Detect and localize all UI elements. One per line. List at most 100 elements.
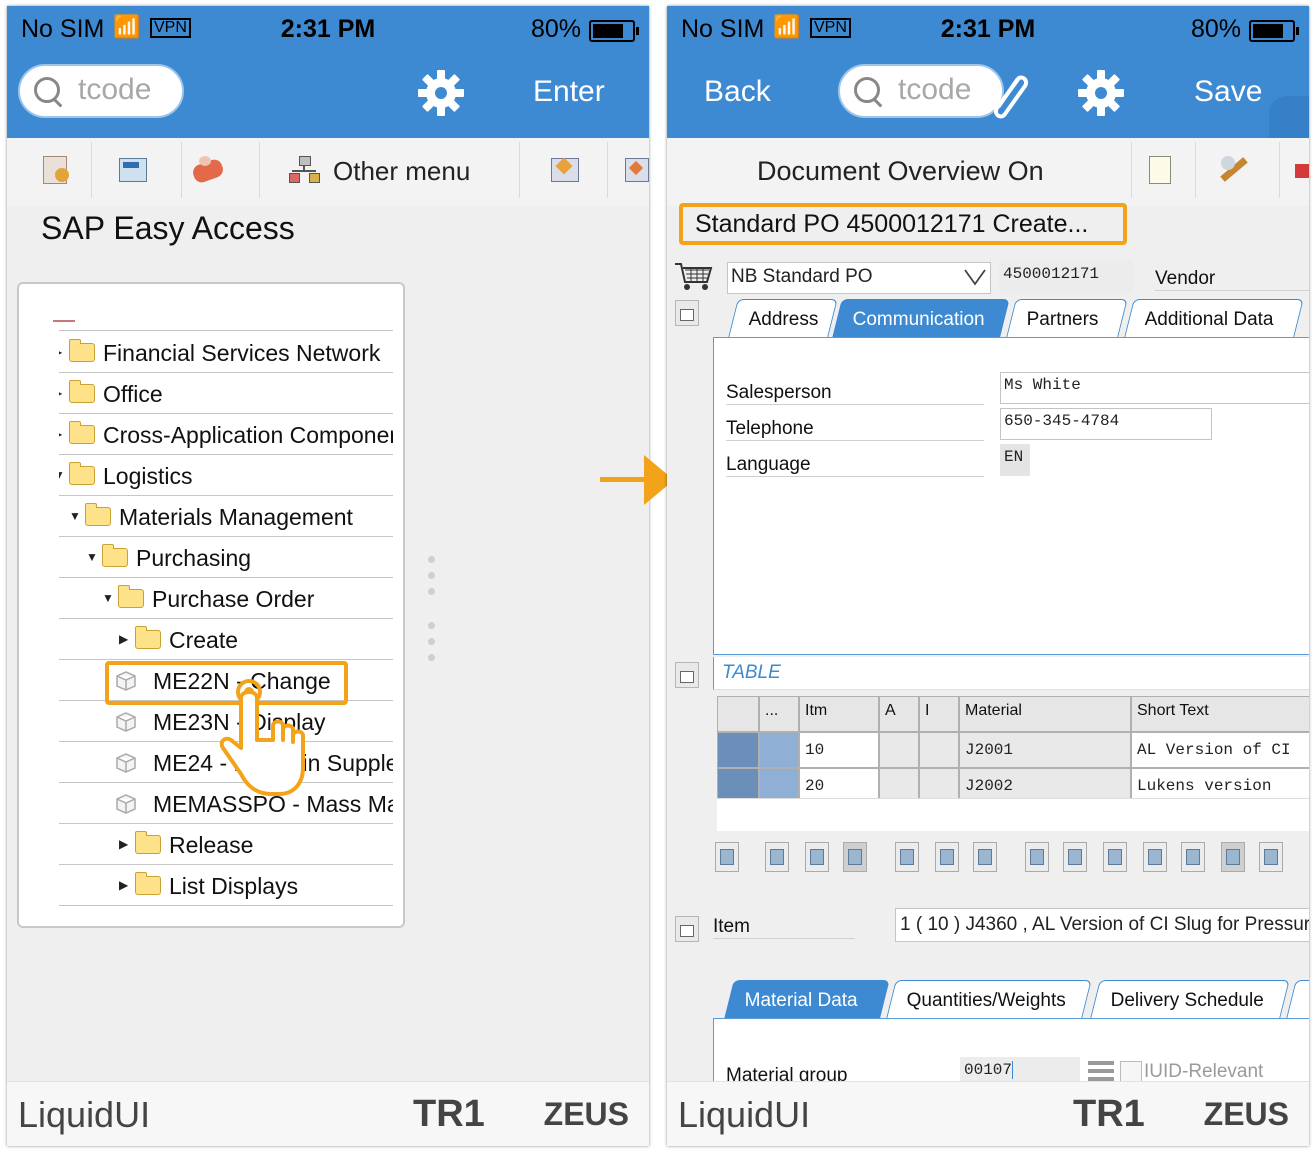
table-filter-active-button[interactable] [1221, 842, 1245, 872]
document-overview-button[interactable]: Document Overview On [757, 156, 1044, 187]
po-number-field: 4500012171 [999, 261, 1133, 293]
splitter-handle-upper[interactable] [428, 556, 436, 604]
gear-icon[interactable] [1076, 68, 1126, 118]
col-header-itm[interactable]: Itm [799, 696, 879, 732]
collapse-arrow-icon[interactable]: ▼ [59, 468, 65, 482]
table-deselect-button[interactable] [805, 842, 829, 872]
cell-material[interactable]: J2002 [959, 768, 1131, 800]
tree-item-financial-services[interactable]: ▶ Financial Services Network [59, 332, 393, 373]
tab-delivery-schedule[interactable]: Delivery Schedule [1090, 980, 1290, 1018]
tab-communication[interactable]: Communication [832, 299, 1010, 337]
collapse-arrow-icon[interactable]: ▼ [102, 591, 114, 605]
cell-a[interactable] [879, 732, 919, 768]
tree-item-release[interactable]: ▶ Release [59, 824, 393, 865]
table-sort-button[interactable] [1143, 842, 1167, 872]
table-copy-button[interactable] [843, 842, 867, 872]
table-duplicate-button[interactable] [1025, 842, 1049, 872]
other-menu-button[interactable]: Other menu [333, 156, 470, 187]
table-select-all-button[interactable] [765, 842, 789, 872]
table-print-button[interactable] [1103, 842, 1127, 872]
toolbar: Other menu [7, 138, 649, 206]
bottom-bar: LiquidUI TR1 ZEUS [7, 1081, 649, 1146]
tree-item-logistics[interactable]: ▼ Logistics [59, 455, 393, 496]
bottom-bar: LiquidUI TR1 ZEUS [667, 1081, 1309, 1146]
add-favorite-icon[interactable] [549, 154, 581, 186]
cell-itm[interactable]: 10 [799, 732, 879, 768]
col-header-a[interactable]: A [879, 696, 919, 732]
cell-short-text[interactable]: AL Version of CI [1131, 732, 1309, 768]
change-favorite-icon[interactable] [623, 154, 649, 186]
table-unlock-button[interactable] [973, 842, 997, 872]
table-settings-button[interactable] [1259, 842, 1283, 872]
expand-arrow-icon[interactable]: ▶ [119, 878, 128, 892]
tree-item-create[interactable]: ▶ Create [59, 619, 393, 660]
table-toggle-button[interactable] [675, 662, 699, 688]
expand-arrow-icon[interactable]: ▶ [119, 632, 128, 646]
tcode-input[interactable] [76, 72, 190, 108]
table-insert-button[interactable] [1063, 842, 1087, 872]
table-delete-button[interactable] [895, 842, 919, 872]
tab-quantities-weights[interactable]: Quantities/Weights [886, 980, 1092, 1018]
cell-itm[interactable]: 20 [799, 768, 879, 800]
expand-arrow-icon[interactable]: ▶ [59, 345, 62, 359]
row-selector[interactable] [717, 732, 759, 768]
tree-item-office[interactable]: ▶ Office [59, 373, 393, 414]
tree-item-list-displays[interactable]: ▶ List Displays [59, 865, 393, 906]
tree-item-materials-management[interactable]: ▼ Materials Management [59, 496, 393, 537]
row-detail-cell[interactable] [759, 732, 799, 768]
splitter-handle-lower[interactable] [428, 622, 436, 670]
items-table: ... Itm A I Material Short Text 10 J2001… [717, 696, 1309, 800]
cell-material[interactable]: J2001 [959, 732, 1131, 768]
back-button[interactable]: Back [704, 75, 771, 109]
salesperson-input[interactable]: Ms White [1000, 372, 1309, 404]
edit-pencil-icon[interactable] [1217, 154, 1249, 186]
table-lock-button[interactable] [935, 842, 959, 872]
table-filter-button[interactable] [1181, 842, 1205, 872]
collapse-arrow-icon[interactable]: ▼ [86, 550, 98, 564]
tree-item-cross-application[interactable]: ▶ Cross-Application Components [59, 414, 393, 455]
col-header-more[interactable]: ... [759, 696, 799, 732]
cell-short-text[interactable]: Lukens version [1131, 768, 1309, 800]
cell-i[interactable] [919, 732, 959, 768]
tab-address[interactable]: Address [728, 299, 838, 337]
header-toggle-button[interactable] [675, 300, 699, 326]
col-header-material[interactable]: Material [959, 696, 1131, 732]
select-all-cell[interactable] [717, 696, 759, 732]
tab-additional-data[interactable]: Additional Data [1124, 299, 1304, 337]
row-detail-cell[interactable] [759, 768, 799, 800]
tab-more[interactable] [1286, 980, 1309, 1018]
tcode-search[interactable] [838, 64, 1010, 118]
item-selector[interactable]: 1 ( 10 ) J4360 , AL Version of CI Slug f… [895, 908, 1309, 942]
tree-item-purchasing[interactable]: ▼ Purchasing [59, 537, 393, 578]
tcode-search[interactable] [18, 64, 190, 118]
paperclip-icon[interactable] [985, 72, 1033, 124]
sap-menu-icon[interactable] [190, 154, 226, 186]
battery-icon [1249, 20, 1299, 42]
new-document-icon[interactable] [1145, 154, 1177, 186]
search-icon [854, 77, 880, 103]
cell-i[interactable] [919, 768, 959, 800]
org-chart-icon[interactable] [289, 154, 321, 186]
table-details-button[interactable] [715, 842, 739, 872]
col-header-short-text[interactable]: Short Text [1131, 696, 1309, 732]
favorites-icon[interactable] [41, 154, 73, 186]
user-menu-icon[interactable] [117, 154, 149, 186]
expand-arrow-icon[interactable]: ▶ [59, 427, 62, 441]
more-toolbar-icon[interactable] [1295, 164, 1309, 178]
item-toggle-button[interactable] [675, 916, 699, 942]
col-header-i[interactable]: I [919, 696, 959, 732]
tree-item-purchase-order[interactable]: ▼ Purchase Order [59, 578, 393, 619]
expand-arrow-icon[interactable]: ▶ [119, 837, 128, 851]
iuid-checkbox[interactable] [1120, 1061, 1142, 1083]
cell-a[interactable] [879, 768, 919, 800]
enter-button[interactable]: Enter [533, 75, 605, 109]
po-type-dropdown[interactable]: NB Standard PO [727, 262, 991, 294]
collapse-arrow-icon[interactable]: ▼ [69, 509, 81, 523]
expand-arrow-icon[interactable]: ▶ [59, 386, 62, 400]
tab-material-data[interactable]: Material Data [724, 980, 890, 1018]
telephone-input[interactable]: 650-345-4784 [1000, 408, 1212, 440]
tab-partners[interactable]: Partners [1006, 299, 1128, 337]
save-button[interactable]: Save [1194, 75, 1262, 109]
gear-icon[interactable] [416, 68, 466, 118]
row-selector[interactable] [717, 768, 759, 800]
